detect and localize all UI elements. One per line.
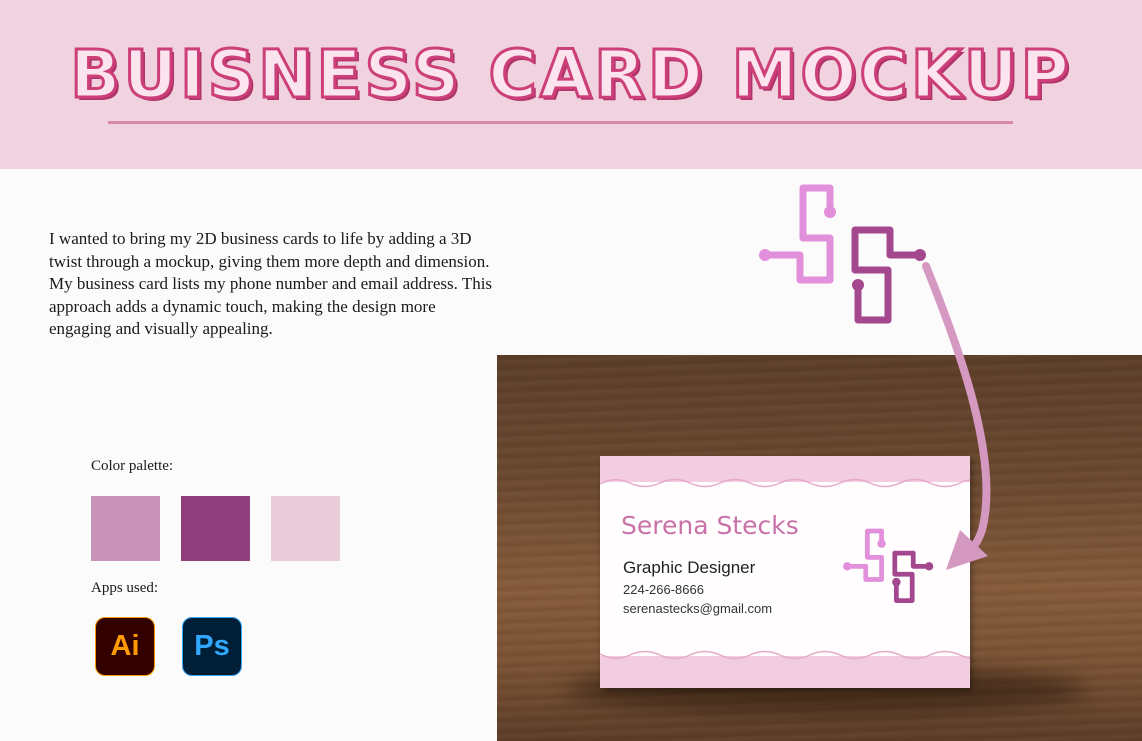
title-underline [108, 121, 1013, 124]
description-text: I wanted to bring my 2D business cards t… [49, 229, 493, 338]
card-role: Graphic Designer [623, 558, 756, 577]
page-title: BUISNESS CARD MOCKUP [69, 35, 1072, 115]
card-bottom-wave [600, 650, 970, 660]
logo-light-stroke [761, 184, 834, 284]
adobe-photoshop-icon: Ps [182, 617, 242, 676]
card-email: serenastecks@gmail.com [623, 601, 773, 616]
header-banner: BUISNESS CARD MOCKUP [0, 0, 1142, 169]
color-swatch-2 [181, 496, 250, 561]
color-swatch-3 [271, 496, 340, 561]
card-name: Serena Stecks [621, 511, 799, 540]
logo-light-dot [824, 206, 836, 218]
pointer-arrow-icon [922, 262, 991, 570]
color-swatch-1 [91, 496, 160, 561]
logo-light-dot [759, 249, 771, 261]
adobe-illustrator-icon: Ai [95, 617, 155, 676]
color-palette-label: Color palette: [91, 458, 174, 474]
mockup-photo: Serena Stecks Graphic Designer 224-266-8… [497, 355, 1142, 741]
apps-used-label: Apps used: [91, 580, 159, 596]
card-phone: 224-266-8666 [623, 582, 704, 597]
logo-dark-dot [852, 279, 864, 291]
